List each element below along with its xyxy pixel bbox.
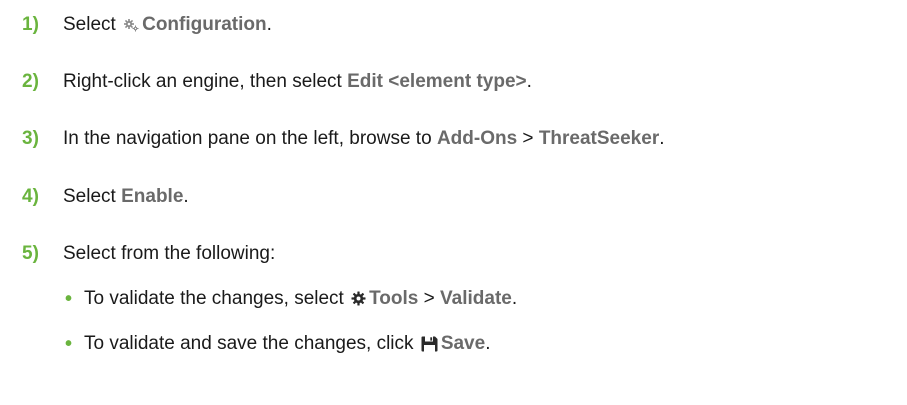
step-number: 4) [22,186,39,207]
path-separator: > [517,128,539,149]
step-number: 3) [22,128,39,149]
gears-icon [123,18,139,32]
step-text-after: . [526,71,532,92]
option-text-before: To validate the changes, select [84,288,350,309]
option-text: To validate and save the changes, click … [84,332,490,356]
bullet-marker: • [65,288,73,310]
step-2: 2) Right-click an engine, then select Ed… [22,70,532,94]
tools-label: Tools [369,288,419,309]
option-text-after: . [485,333,491,354]
step-text-before: Select [63,186,122,207]
step-number: 5) [22,243,39,264]
add-ons-label: Add-Ons [436,128,518,149]
option-text-before: To validate and save the changes, click [84,333,419,354]
step-1: 1) Select Configuration. [22,13,272,37]
step-text: Select from the following: [63,243,276,264]
option-save: • To validate and save the changes, clic… [65,332,490,356]
option-validate: • To validate the changes, select Tools … [65,287,517,311]
step-text-before: Right-click an engine, then select [63,71,348,92]
enable-label: Enable [121,186,184,207]
bullet-marker: • [65,333,73,355]
step-text: Right-click an engine, then select Edit … [63,70,532,94]
step-text: In the navigation pane on the left, brow… [63,127,665,151]
step-text-before: In the navigation pane on the left, brow… [63,128,437,149]
procedure-steps: 1) Select Configuration. 2) Right-click … [0,0,907,405]
save-label: Save [440,333,486,354]
step-5: 5) Select from the following: [22,242,275,266]
gear-icon [351,291,366,307]
configuration-label: Configuration [142,14,267,35]
step-3: 3) In the navigation pane on the left, b… [22,127,665,151]
save-icon [421,336,438,352]
edit-element-type-label: Edit <element type> [347,71,527,92]
step-text-after: . [183,186,189,207]
step-text-after: . [266,14,272,35]
step-text-after: . [659,128,665,149]
path-separator: > [418,288,441,309]
step-4: 4) Select Enable. [22,185,189,209]
threatseeker-label: ThreatSeeker [538,128,660,149]
step-text: Select Configuration. [63,13,272,37]
step-number: 1) [22,14,39,35]
option-text: To validate the changes, select Tools > … [84,287,517,311]
validate-label: Validate [440,288,512,309]
step-text-before: Select [63,14,122,35]
step-number: 2) [22,71,39,92]
step-text: Select Enable. [63,185,189,209]
option-text-after: . [511,288,518,309]
